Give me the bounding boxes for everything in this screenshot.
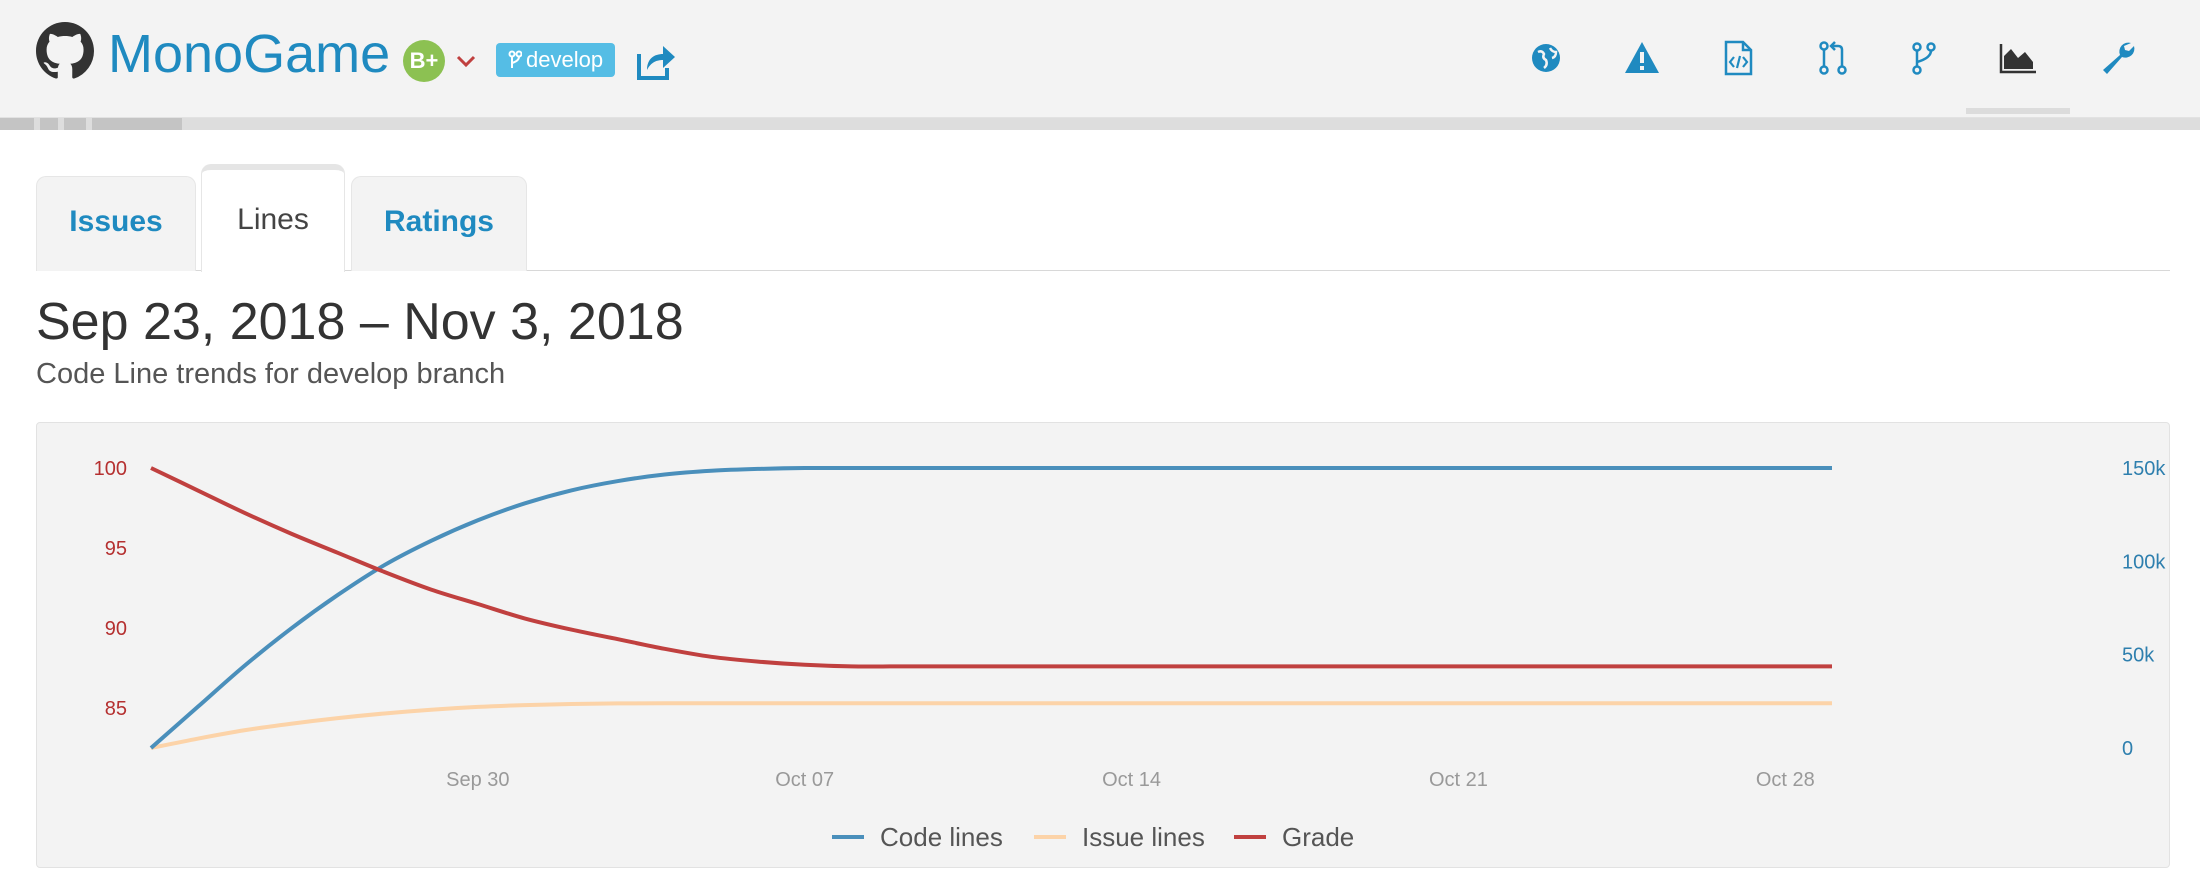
chart-legend: Code lines Issue lines Grade bbox=[832, 822, 1354, 852]
series-line-code-lines bbox=[149, 465, 1832, 750]
left-axis-ticks: 100 95 90 85 bbox=[94, 458, 127, 720]
legend-item[interactable]: Issue lines bbox=[1034, 822, 1205, 852]
series-lines bbox=[149, 465, 1832, 750]
series-line-issue-lines bbox=[150, 701, 1832, 750]
left-axis-tick: 100 bbox=[94, 458, 127, 480]
legend-item[interactable]: Grade bbox=[1234, 822, 1354, 852]
x-axis-tick: Sep 30 bbox=[446, 769, 509, 791]
right-axis-tick: 100k bbox=[2122, 551, 2166, 573]
x-axis-ticks: Sep 30 Oct 07 Oct 14 Oct 21 Oct 28 bbox=[446, 769, 1815, 791]
left-axis-tick: 85 bbox=[105, 698, 127, 720]
legend-item[interactable]: Code lines bbox=[832, 822, 1003, 852]
series-line-grade bbox=[150, 466, 1832, 669]
left-axis-tick: 90 bbox=[105, 618, 127, 640]
right-axis-ticks: 150k 100k 50k 0 bbox=[2122, 458, 2166, 760]
x-axis-tick: Oct 07 bbox=[775, 769, 834, 791]
x-axis-tick: Oct 14 bbox=[1102, 769, 1161, 791]
legend-label: Code lines bbox=[880, 822, 1003, 852]
x-axis-tick: Oct 21 bbox=[1429, 769, 1488, 791]
x-axis-tick: Oct 28 bbox=[1756, 769, 1815, 791]
line-chart: 100 95 90 85 150k 100k 50k 0 Sep 30 Oct 07 Oct 1… bbox=[94, 458, 2167, 852]
legend-label: Grade bbox=[1282, 822, 1354, 852]
right-axis-tick: 150k bbox=[2122, 458, 2166, 480]
right-axis-tick: 50k bbox=[2122, 645, 2155, 667]
legend-label: Issue lines bbox=[1082, 822, 1205, 852]
right-axis-tick: 0 bbox=[2122, 738, 2133, 760]
left-axis-tick: 95 bbox=[105, 538, 127, 560]
